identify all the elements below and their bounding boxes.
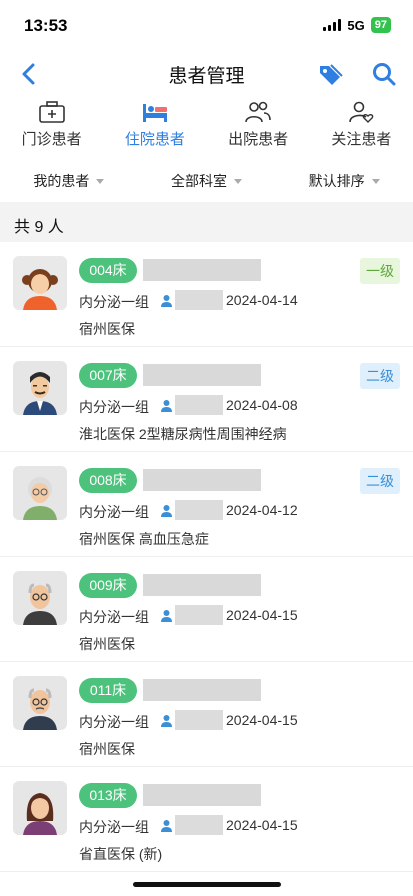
bed-number-badge: 013床 [79,783,137,808]
patient-card[interactable]: 007床 二级 内分泌一组 2024-04-08 淮北医保 2型糖尿病性周围神经… [0,347,413,452]
filter-my-patients[interactable]: 我的患者 [0,166,138,196]
insurance-diagnosis: 宿州医保 [79,636,135,652]
filter-bar: 我的患者 全部科室 默认排序 [0,166,413,196]
bed-number-badge: 004床 [79,258,137,283]
filter-label: 我的患者 [33,173,90,189]
patient-name-redacted [143,469,261,491]
man-avatar [13,361,67,415]
patient-card[interactable]: 011床 内分泌一组 2024-04-15 宿州医保 [0,662,413,767]
elderly-man-avatar [13,676,67,730]
doctor-icon [161,610,172,622]
doctor-name-redacted [175,605,223,625]
admission-date: 2024-04-14 [226,292,298,308]
tab-label: 住院患者 [124,131,185,148]
user-heart-icon [349,101,374,123]
doctor-name-redacted [175,815,223,835]
patient-name-redacted [143,364,261,386]
woman-avatar [13,781,67,835]
patient-name-redacted [143,679,261,701]
signal-icon [323,19,342,31]
filter-label: 默认排序 [308,173,365,189]
department-label: 内分泌一组 [79,819,149,835]
patient-card[interactable]: 013床 内分泌一组 2024-04-15 省直医保 (新) [0,767,413,872]
patient-name-redacted [143,784,261,806]
filter-department[interactable]: 全部科室 [138,166,276,196]
tab-label: 关注患者 [331,131,392,148]
page-title: 患者管理 [168,66,245,87]
patient-card[interactable]: 008床 二级 内分泌一组 2024-04-12 宿州医保 高血压急症 [0,452,413,557]
chevron-down-icon [371,178,380,184]
insurance-diagnosis: 省直医保 (新) [79,846,163,862]
network-label: 5G [347,17,365,33]
bed-number-badge: 011床 [79,678,137,703]
status-bar: 13:53 5G 97 [0,0,413,52]
doctor-icon [161,505,172,517]
nursing-level-badge: 二级 [360,363,400,389]
patient-type-tabs: 门诊患者 住院患者 出院患者 关注患者 [0,100,413,156]
department-label: 内分泌一组 [79,399,149,415]
doctor-icon [161,715,172,727]
filter-label: 全部科室 [171,173,227,189]
elderly-man-avatar [13,571,67,625]
patient-name-redacted [143,574,261,596]
department-label: 内分泌一组 [79,504,149,520]
insurance-diagnosis: 淮北医保 2型糖尿病性周围神经病 [79,426,287,442]
doctor-icon [161,820,172,832]
department-label: 内分泌一组 [79,294,149,310]
chevron-down-icon [96,178,105,184]
nursing-level-badge: 一级 [360,258,400,284]
patient-list: 004床 一级 内分泌一组 2024-04-14 宿州医保 007床 二级 内分… [0,242,413,872]
home-indicator [133,882,281,887]
patient-card[interactable]: 004床 一级 内分泌一组 2024-04-14 宿州医保 [0,242,413,347]
girl-avatar [13,256,67,310]
admission-date: 2024-04-15 [226,607,298,623]
insurance-diagnosis: 宿州医保 高血压急症 [79,531,209,547]
search-icon[interactable] [370,60,398,88]
admission-date: 2024-04-08 [226,397,298,413]
tab-inpatient[interactable]: 住院患者 [103,100,206,156]
doctor-name-redacted [175,395,223,415]
status-time: 13:53 [24,16,68,35]
chevron-down-icon [234,178,242,184]
patient-name-redacted [143,259,261,281]
admission-date: 2024-04-12 [226,502,298,518]
bed-number-badge: 009床 [79,573,137,598]
doctor-icon [161,400,172,412]
people-icon [245,101,271,123]
doctor-icon [161,295,172,307]
tab-discharged[interactable]: 出院患者 [207,100,310,156]
bed-number-badge: 008床 [79,468,137,493]
patient-count-bar: 共 9 人 [0,202,413,242]
doctor-name-redacted [175,710,223,730]
tab-outpatient[interactable]: 门诊患者 [0,100,103,156]
hospital-bed-icon [142,104,167,122]
tag-icon[interactable] [316,60,344,88]
elderly-woman-avatar [13,466,67,520]
admission-date: 2024-04-15 [226,712,298,728]
patient-count: 共 9 人 [14,219,64,236]
medical-kit-icon [38,101,65,123]
status-indicators: 5G 97 [323,17,391,33]
bed-number-badge: 007床 [79,363,137,388]
insurance-diagnosis: 宿州医保 [79,741,135,757]
doctor-name-redacted [175,500,223,520]
nursing-level-badge: 二级 [360,468,400,494]
battery-icon: 97 [370,17,391,33]
nav-bar: 患者管理 [0,52,413,96]
patient-card[interactable]: 009床 内分泌一组 2024-04-15 宿州医保 [0,557,413,662]
tab-label: 门诊患者 [21,131,82,148]
department-label: 内分泌一组 [79,609,149,625]
insurance-diagnosis: 宿州医保 [79,321,135,337]
doctor-name-redacted [175,290,223,310]
department-label: 内分泌一组 [79,714,149,730]
filter-sort[interactable]: 默认排序 [275,166,413,196]
tab-followed[interactable]: 关注患者 [310,100,413,156]
tab-label: 出院患者 [228,131,289,148]
admission-date: 2024-04-15 [226,817,298,833]
